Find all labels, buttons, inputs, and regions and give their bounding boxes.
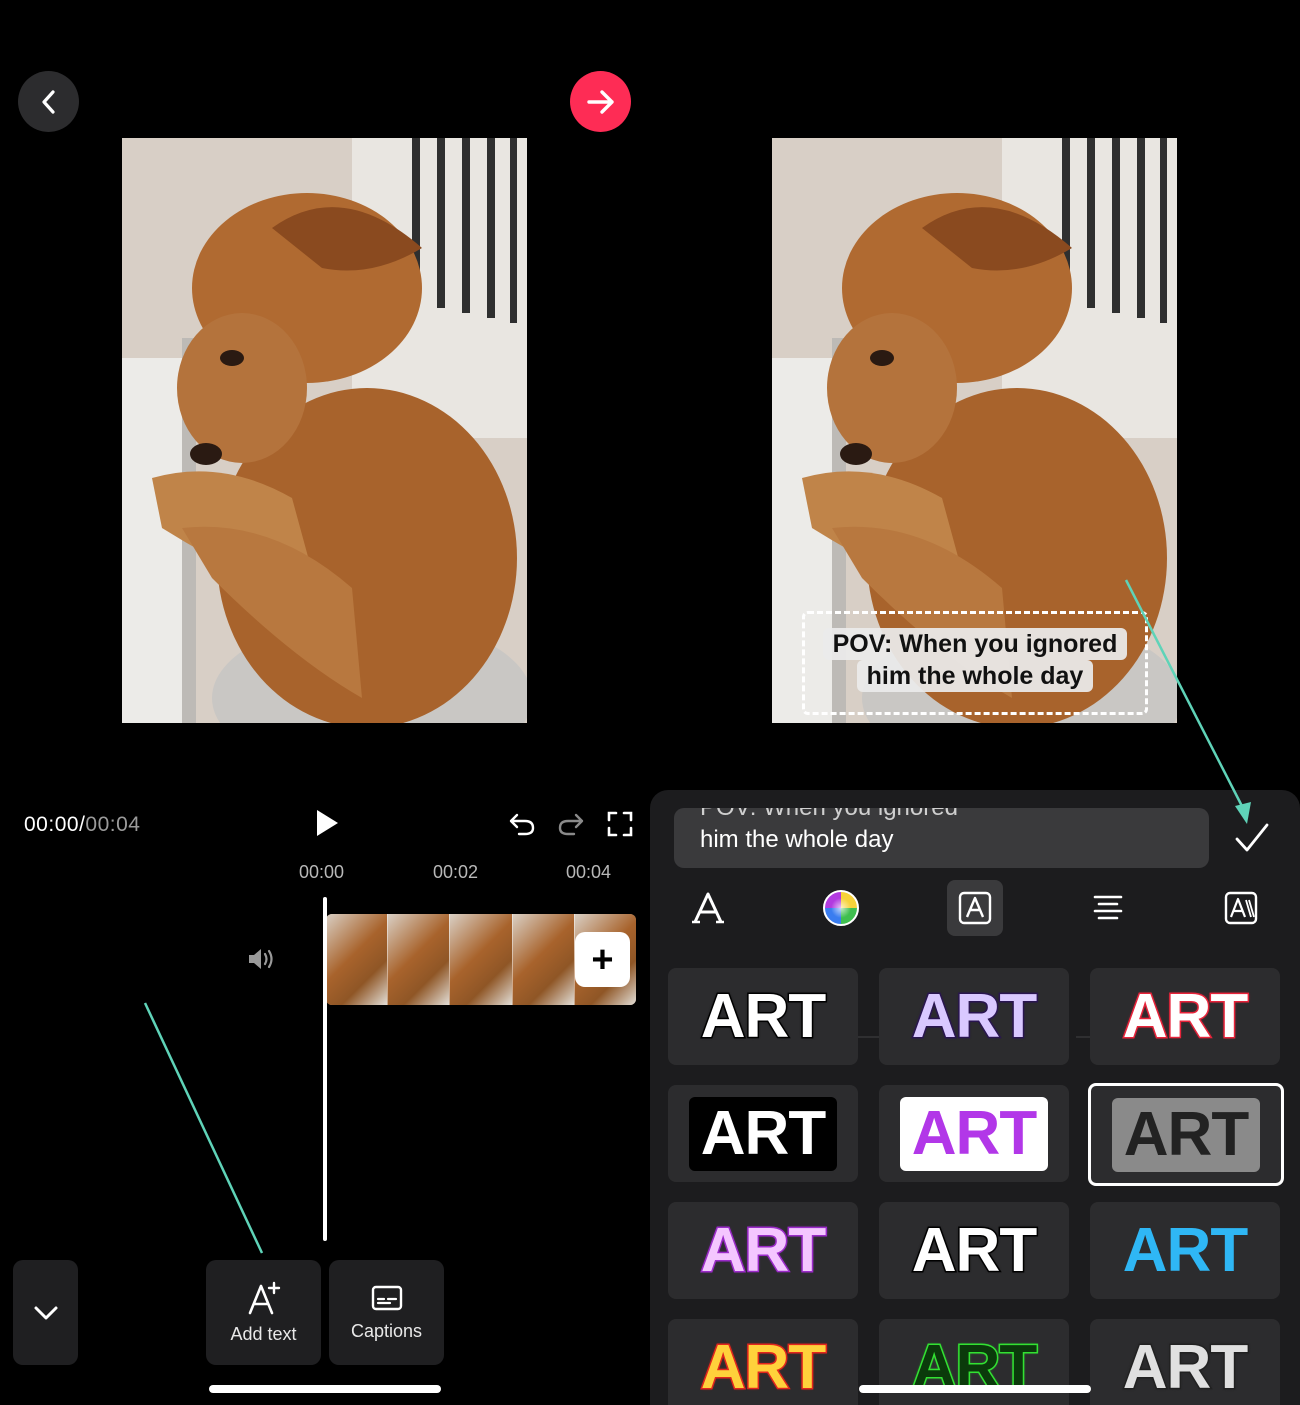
- play-icon: [317, 810, 338, 836]
- text-style-option[interactable]: ART: [879, 1202, 1069, 1299]
- text-style-icon: [958, 891, 992, 925]
- text-style-option[interactable]: ART: [1088, 1083, 1284, 1186]
- play-button[interactable]: [305, 803, 349, 843]
- text-animation-icon: [1224, 891, 1258, 925]
- caption-line-1: POV: When you ignored: [822, 628, 1128, 660]
- tick-0: 00:00: [299, 862, 345, 882]
- clip-thumbnail: [326, 914, 389, 1005]
- caption-overlay: POV: When you ignored him the whole day: [805, 628, 1145, 692]
- captions-button[interactable]: Captions: [329, 1260, 444, 1365]
- clip-thumbnail: [512, 914, 575, 1005]
- time-current: 00:00: [24, 813, 80, 836]
- undo-icon: [509, 813, 535, 836]
- text-style-preview: ART: [1122, 1215, 1248, 1285]
- text-style-preview: ART: [910, 1215, 1038, 1285]
- text-input[interactable]: POV: When you ignored him the whole day: [674, 808, 1209, 868]
- fullscreen-icon: [607, 811, 633, 837]
- tab-color[interactable]: [813, 880, 869, 936]
- align-center-icon: [1093, 895, 1123, 920]
- text-style-option[interactable]: ART: [668, 968, 858, 1065]
- text-style-option[interactable]: ART: [1090, 968, 1280, 1065]
- fullscreen-button[interactable]: [601, 805, 639, 843]
- text-style-preview: ART: [1111, 1097, 1261, 1172]
- text-style-preview: ART: [899, 1096, 1049, 1171]
- add-text-button[interactable]: Add text: [206, 1260, 321, 1365]
- text-style-option[interactable]: ART: [668, 1085, 858, 1182]
- home-indicator: [209, 1385, 441, 1393]
- dog-video-frame: [122, 138, 527, 723]
- text-style-panel: POV: When you ignored him the whole day: [650, 790, 1300, 1405]
- text-style-preview: ART: [699, 1332, 827, 1402]
- back-button[interactable]: [18, 71, 79, 132]
- text-style-option[interactable]: ART: [1090, 1202, 1280, 1299]
- caption-selection-box[interactable]: POV: When you ignored him the whole day: [802, 611, 1148, 715]
- chevron-left-icon: [41, 89, 55, 114]
- home-indicator: [859, 1385, 1091, 1393]
- text-input-line-1: POV: When you ignored: [700, 808, 958, 822]
- speaker-icon: [249, 949, 273, 969]
- tick-1: 00:02: [433, 862, 479, 882]
- text-style-preview: ART: [688, 1096, 838, 1171]
- add-clip-button[interactable]: +: [575, 932, 630, 987]
- mute-button[interactable]: [244, 942, 278, 976]
- undo-button[interactable]: [504, 806, 540, 842]
- add-text-label: Add text: [230, 1324, 297, 1344]
- text-input-line-2: him the whole day: [700, 826, 894, 853]
- add-text-icon: [248, 1281, 280, 1315]
- text-style-option[interactable]: ART: [668, 1319, 858, 1405]
- clip-thumbnail: [388, 914, 451, 1005]
- checkmark-icon: [1235, 823, 1269, 852]
- redo-icon: [558, 813, 584, 836]
- captions-label: Captions: [350, 1321, 423, 1341]
- caption-line-2: him the whole day: [856, 660, 1094, 692]
- arrow-right-icon: [586, 89, 614, 114]
- annotation-line: [143, 1002, 264, 1254]
- text-style-option[interactable]: ART: [1090, 1319, 1280, 1405]
- redo-button[interactable]: [553, 806, 589, 842]
- text-style-preview: ART: [699, 1215, 827, 1285]
- text-style-preview: ART: [910, 981, 1038, 1051]
- confirm-button[interactable]: [1232, 818, 1272, 858]
- tick-2: 00:04: [566, 862, 612, 882]
- collapse-button[interactable]: [13, 1260, 78, 1365]
- text-style-preview: ART: [1121, 981, 1249, 1051]
- video-preview-original[interactable]: [122, 138, 527, 723]
- font-icon: [692, 892, 724, 924]
- clip-thumbnail: [450, 914, 513, 1005]
- tab-font[interactable]: [680, 880, 736, 936]
- next-button[interactable]: [570, 71, 631, 132]
- video-preview-edited[interactable]: POV: When you ignored him the whole day: [772, 138, 1177, 723]
- playhead[interactable]: [323, 897, 327, 1241]
- text-style-option[interactable]: ART: [668, 1202, 858, 1299]
- text-tabs: [672, 880, 1278, 1038]
- text-style-option[interactable]: ART: [879, 1085, 1069, 1182]
- tab-align[interactable]: [1080, 880, 1136, 936]
- text-style-preview: ART: [699, 981, 827, 1051]
- time-total: 00:04: [85, 813, 141, 836]
- timecode: 00:00/00:04: [24, 813, 140, 837]
- captions-icon: [371, 1285, 402, 1311]
- tab-animation[interactable]: [1213, 880, 1269, 936]
- color-wheel-icon: [823, 890, 859, 926]
- tab-style[interactable]: [947, 880, 1003, 936]
- text-style-preview: ART: [1121, 1332, 1249, 1402]
- chevron-down-icon: [34, 1306, 57, 1319]
- text-style-option[interactable]: ART: [879, 968, 1069, 1065]
